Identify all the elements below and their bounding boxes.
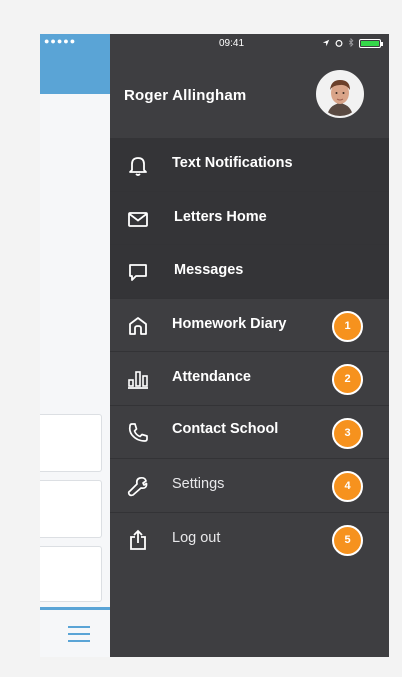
- chat-bubble-icon: [126, 260, 150, 284]
- location-arrow-icon: [322, 39, 330, 49]
- step-badge: 5: [332, 524, 363, 556]
- menu-item-messages[interactable]: Messages: [110, 245, 389, 299]
- status-bar: 09:41: [110, 34, 389, 54]
- drawer-menu: Text Notifications Letters Home Messages…: [110, 138, 389, 566]
- bell-icon: [126, 153, 150, 177]
- menu-item-homework-diary[interactable]: Homework Diary 1: [110, 298, 389, 352]
- signal-indicator: ●●●●●: [44, 36, 77, 46]
- menu-item-letters-home[interactable]: Letters Home: [110, 191, 389, 245]
- menu-item-label: Contact School: [172, 420, 279, 437]
- menu-item-label: Messages: [174, 262, 244, 278]
- menu-item-label: Letters Home: [174, 208, 267, 225]
- menu-item-settings[interactable]: Settings 4: [110, 459, 389, 513]
- status-icons: [322, 37, 383, 49]
- menu-item-text-notifications[interactable]: Text Notifications: [110, 138, 389, 192]
- menu-item-label: Settings: [172, 476, 225, 492]
- step-badge: 3: [332, 417, 363, 449]
- phone-screen: ●●●●● 09:41 Roger Allingham Text Notific…: [40, 34, 389, 657]
- profile-header[interactable]: Roger Allingham: [110, 54, 389, 138]
- background-card[interactable]: [40, 480, 102, 538]
- battery-icon: [359, 39, 383, 48]
- step-badge: 1: [332, 310, 363, 342]
- menu-item-contact-school[interactable]: Contact School 3: [110, 405, 389, 459]
- avatar[interactable]: [316, 70, 364, 118]
- home-icon: [126, 314, 150, 338]
- drawer-empty-space: [110, 560, 389, 657]
- background-card[interactable]: [40, 414, 102, 472]
- step-badge: 2: [332, 364, 363, 395]
- hamburger-menu-icon[interactable]: [68, 626, 90, 642]
- menu-item-label: Homework Diary: [172, 315, 287, 332]
- tab-bar-accent: [40, 607, 110, 610]
- side-drawer: 09:41 Roger Allingham Text Notifications…: [110, 34, 389, 657]
- menu-item-attendance[interactable]: Attendance 2: [110, 352, 389, 406]
- profile-name: Roger Allingham: [124, 87, 247, 104]
- menu-item-label: Log out: [172, 529, 221, 546]
- phone-icon: [126, 421, 150, 445]
- bluetooth-icon: [348, 37, 354, 49]
- alarm-icon: [335, 39, 343, 49]
- background-app: ●●●●●: [40, 34, 110, 657]
- menu-item-label: Attendance: [172, 369, 251, 385]
- wrench-icon: [126, 474, 150, 498]
- share-upload-icon: [126, 528, 150, 552]
- menu-item-label: Text Notifications: [172, 155, 293, 171]
- background-card[interactable]: [40, 546, 102, 602]
- bar-chart-icon: [126, 367, 150, 391]
- step-badge: 4: [332, 471, 363, 502]
- menu-item-log-out[interactable]: Log out 5: [110, 512, 389, 566]
- envelope-icon: [126, 207, 150, 231]
